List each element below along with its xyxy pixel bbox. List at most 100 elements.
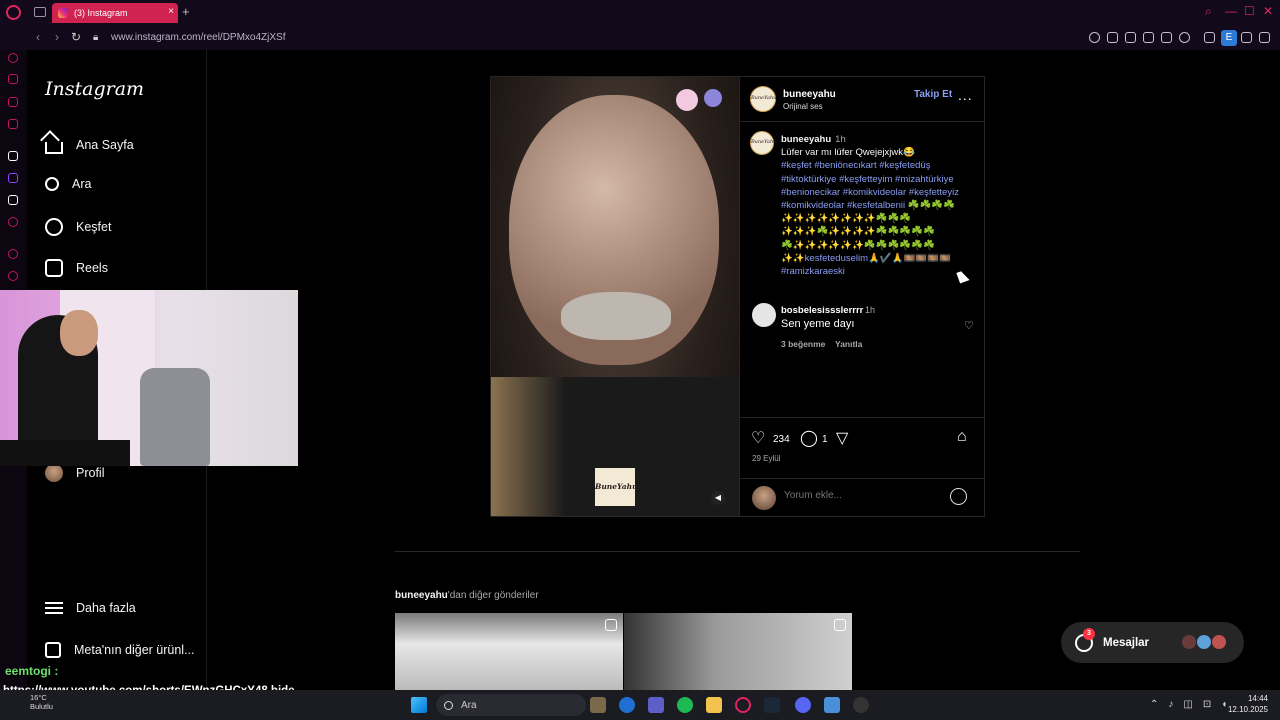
caption-hashtag-ramiz[interactable]: #ramizkaraeski bbox=[781, 265, 977, 278]
commenter-avatar[interactable] bbox=[752, 303, 776, 327]
comment-bar bbox=[740, 478, 985, 517]
workspaces-icon[interactable] bbox=[34, 7, 46, 17]
author-avatar[interactable]: BuneYahu bbox=[750, 86, 776, 112]
tab-instagram[interactable]: (3) Instagram × bbox=[52, 3, 178, 23]
weather-widget[interactable]: 16°C Bulutlu bbox=[30, 693, 53, 711]
comment-text: Sen yeme dayı bbox=[781, 318, 855, 330]
back-icon[interactable]: ‹ bbox=[36, 30, 40, 44]
extensions-icon[interactable] bbox=[1204, 32, 1215, 43]
nav-home[interactable]: Ana Sayfa bbox=[45, 136, 134, 154]
like-icon[interactable]: ♡ bbox=[751, 428, 765, 448]
tab-close-icon[interactable]: × bbox=[168, 6, 174, 17]
commenter-username[interactable]: bosbelesissslerrrr bbox=[781, 305, 863, 316]
pin-icon[interactable] bbox=[1107, 32, 1118, 43]
message-avatar bbox=[1181, 634, 1197, 650]
share-icon[interactable]: ▽ bbox=[836, 428, 848, 448]
instagram-side-icon[interactable] bbox=[8, 119, 18, 129]
minimize-icon[interactable]: — bbox=[1225, 4, 1237, 18]
url-field[interactable]: www.instagram.com/reel/DPMxo4ZjXSf bbox=[111, 32, 286, 43]
nav-search[interactable]: Ara bbox=[45, 177, 91, 191]
more-post-thumbnail[interactable] bbox=[395, 613, 623, 690]
new-tab-button[interactable]: + bbox=[182, 4, 190, 19]
nav-profile[interactable]: Profil bbox=[45, 464, 104, 482]
history-icon[interactable] bbox=[8, 249, 18, 259]
opera-icon[interactable] bbox=[735, 697, 751, 713]
messages-button[interactable]: 3 Mesajlar bbox=[1061, 622, 1244, 663]
x-icon[interactable] bbox=[8, 195, 18, 205]
shield-icon[interactable] bbox=[1143, 32, 1154, 43]
webcam-head bbox=[60, 310, 98, 356]
meta-apps-icon bbox=[45, 642, 61, 658]
comment-like-icon[interactable]: ♡ bbox=[964, 319, 974, 332]
snapshot-icon[interactable] bbox=[1125, 32, 1136, 43]
reel-video[interactable]: BuneYahu ◀ bbox=[491, 77, 739, 516]
caption-hashtag-kesfeteduselim[interactable]: kesfeteduselim bbox=[805, 253, 868, 264]
obs-icon[interactable] bbox=[853, 697, 869, 713]
message-avatar bbox=[1211, 634, 1227, 650]
spotify-icon[interactable] bbox=[677, 697, 693, 713]
mute-icon[interactable]: ◀ bbox=[711, 491, 725, 505]
nav-explore[interactable]: Keşfet bbox=[45, 218, 111, 236]
emoji-icon[interactable] bbox=[950, 488, 967, 505]
address-bar: ‹ › ↻ 🔒︎ www.instagram.com/reel/DPMxo4Zj… bbox=[0, 25, 1280, 50]
edge-icon[interactable] bbox=[619, 697, 635, 713]
nav-profile-label: Profil bbox=[76, 466, 105, 480]
more-posts-username[interactable]: buneeyahu bbox=[395, 590, 448, 601]
audio-label[interactable]: Orijinal ses bbox=[783, 102, 823, 111]
comment-input[interactable] bbox=[784, 490, 944, 501]
music-icon[interactable] bbox=[8, 217, 18, 227]
start-icon[interactable] bbox=[411, 697, 427, 713]
bag-icon[interactable] bbox=[8, 74, 18, 84]
nav-meta[interactable]: Meta'nın diğer ürünl... bbox=[45, 642, 195, 658]
author-username[interactable]: buneeyahu bbox=[783, 89, 836, 100]
caption-emoji-3: ✨✨✨☘️✨✨✨✨☘️☘️☘️☘️☘️ bbox=[781, 226, 935, 238]
steam-icon[interactable] bbox=[764, 697, 780, 713]
reload-icon[interactable]: ↻ bbox=[71, 30, 81, 44]
messenger-icon[interactable] bbox=[8, 97, 18, 107]
caption-prefix: ✨✨ bbox=[781, 252, 805, 264]
heart-icon[interactable] bbox=[1179, 32, 1190, 43]
more-posts-suffix: 'dan diğer gönderiler bbox=[447, 590, 539, 601]
ai-icon[interactable] bbox=[8, 53, 18, 63]
nav-home-label: Ana Sayfa bbox=[76, 138, 134, 152]
comment-icon[interactable]: ◯ bbox=[800, 428, 818, 448]
twitch-purple-icon[interactable] bbox=[8, 173, 18, 183]
taskbar-search[interactable]: Ara bbox=[436, 694, 586, 716]
clock-icon[interactable] bbox=[8, 271, 18, 281]
explorer-icon[interactable] bbox=[706, 697, 722, 713]
post-side-panel: BuneYahu buneeyahu Orijinal ses Takip Et… bbox=[739, 77, 985, 517]
comment-reply-button[interactable]: Yanıtla bbox=[835, 339, 862, 349]
menu-icon[interactable] bbox=[1259, 32, 1270, 43]
nav-more[interactable]: Daha fazla bbox=[45, 601, 136, 615]
download-icon[interactable] bbox=[1241, 32, 1252, 43]
comment-time: 1h bbox=[865, 305, 876, 315]
teams-icon[interactable] bbox=[648, 697, 664, 713]
reel-indicator-icon bbox=[605, 619, 617, 631]
caption-username[interactable]: buneeyahu bbox=[781, 134, 831, 145]
twitch-icon[interactable] bbox=[8, 151, 18, 161]
opera-logo-icon[interactable] bbox=[6, 5, 21, 20]
close-window-icon[interactable]: ✕ bbox=[1263, 4, 1273, 18]
extension-e-button[interactable]: E bbox=[1221, 30, 1237, 46]
comment-count: 1 bbox=[822, 434, 828, 445]
discord-icon[interactable] bbox=[795, 697, 811, 713]
save-icon[interactable]: ⌂ bbox=[957, 428, 967, 446]
clock[interactable]: 14:44 12.10.2025 bbox=[1222, 693, 1268, 715]
webcam-chair bbox=[140, 368, 210, 466]
play-icon[interactable] bbox=[1161, 32, 1172, 43]
caption-avatar[interactable]: BuneYahu bbox=[750, 131, 776, 155]
nav-reels[interactable]: Reels bbox=[45, 259, 108, 277]
like-count[interactable]: 234 bbox=[773, 434, 790, 445]
zoom-icon[interactable] bbox=[1089, 32, 1100, 43]
instagram-logo[interactable]: Instagram bbox=[45, 78, 144, 100]
more-options-icon[interactable]: ... bbox=[958, 87, 973, 103]
maximize-icon[interactable]: ☐ bbox=[1244, 4, 1255, 18]
comment-likes[interactable]: 3 beğenme bbox=[781, 339, 825, 349]
forward-icon[interactable]: › bbox=[55, 30, 59, 44]
search-tabs-icon[interactable]: ⌕ bbox=[1205, 4, 1212, 19]
video-mustache bbox=[561, 292, 671, 340]
follow-button[interactable]: Takip Et bbox=[914, 89, 952, 100]
more-post-thumbnail[interactable] bbox=[624, 613, 852, 690]
app-icon[interactable] bbox=[824, 697, 840, 713]
taskview-icon[interactable] bbox=[590, 697, 606, 713]
